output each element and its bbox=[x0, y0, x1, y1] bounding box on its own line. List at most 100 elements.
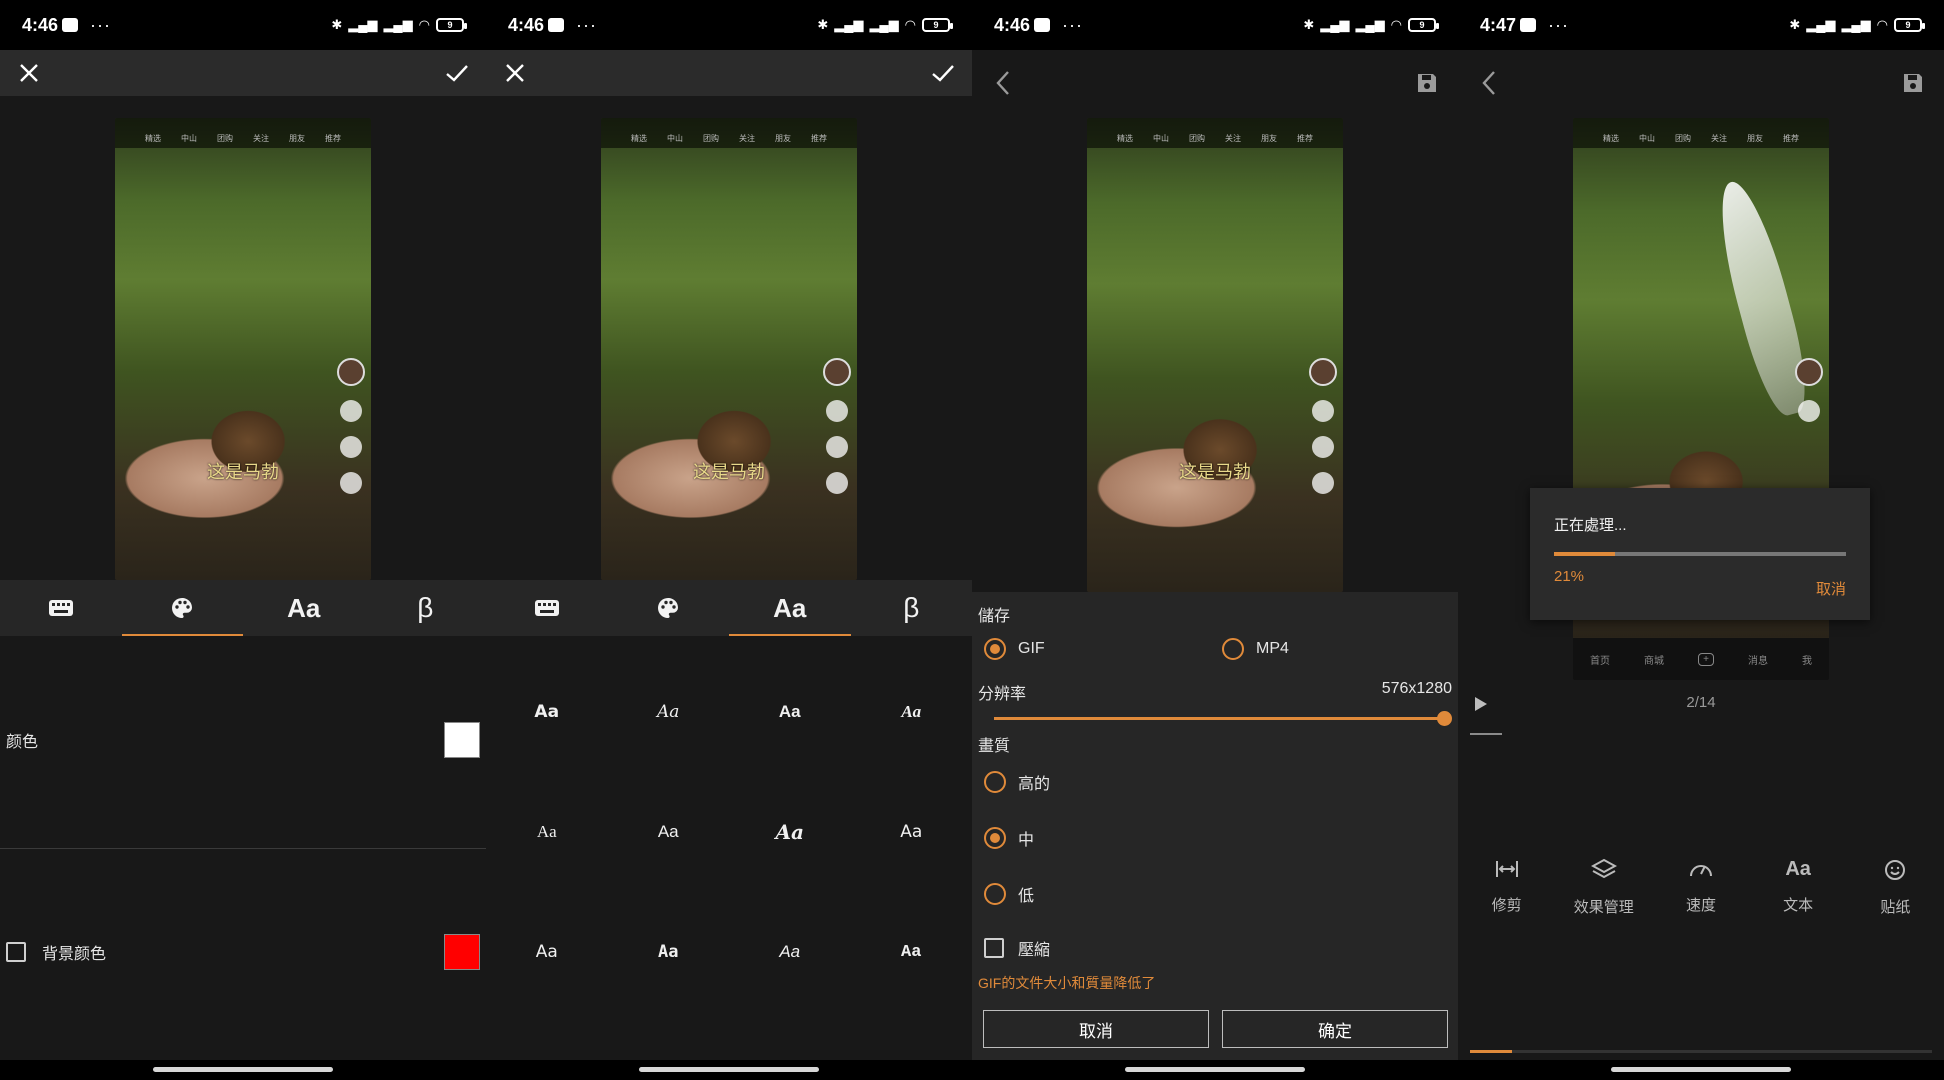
processing-cancel-button[interactable]: 取消 bbox=[1816, 578, 1846, 599]
quality-mid-option[interactable]: 中 bbox=[984, 826, 1034, 850]
tab-effect[interactable]: β bbox=[365, 580, 487, 636]
tool-speed[interactable]: 速度 bbox=[1661, 858, 1741, 917]
font-option[interactable]: Aa bbox=[608, 772, 730, 892]
save-title: 儲存 bbox=[978, 608, 1011, 625]
mini-tab: 团购 bbox=[703, 134, 719, 143]
effect-tab-label: β bbox=[903, 592, 920, 623]
bg-color-row: 背景颜色 bbox=[0, 934, 486, 970]
compress-checkbox[interactable] bbox=[984, 938, 1004, 958]
tab-color[interactable] bbox=[121, 580, 244, 636]
bg-color-swatch[interactable] bbox=[444, 934, 480, 970]
tool-trim[interactable]: 修剪 bbox=[1467, 858, 1547, 917]
heart-icon bbox=[1312, 400, 1334, 422]
format-mp4-option[interactable]: MP4 bbox=[1222, 638, 1289, 660]
save-icon[interactable] bbox=[1412, 68, 1442, 98]
wifi-icon: ◠ bbox=[1876, 17, 1888, 32]
save-icon[interactable] bbox=[1898, 68, 1928, 98]
quality-high-radio[interactable] bbox=[984, 771, 1006, 793]
text-color-label: 颜色 bbox=[6, 734, 39, 751]
text-color-row: 颜色 bbox=[0, 722, 486, 758]
plus-icon: + bbox=[1698, 652, 1714, 666]
format-gif-option[interactable]: GIF bbox=[984, 638, 1045, 660]
font-option[interactable]: Aa bbox=[608, 892, 730, 1012]
video-preview: 精选 中山 团购 关注 朋友 推荐 这是马勃 bbox=[115, 118, 371, 580]
timeline-track[interactable] bbox=[1470, 1050, 1932, 1053]
mini-tab: 中山 bbox=[181, 134, 197, 143]
font-option[interactable]: Aa bbox=[729, 892, 851, 1012]
check-icon[interactable] bbox=[442, 58, 472, 88]
home-indicator[interactable] bbox=[1611, 1067, 1791, 1072]
close-icon[interactable] bbox=[500, 58, 530, 88]
mini-nav-item: 商城 bbox=[1644, 655, 1665, 667]
wifi-icon: ◠ bbox=[904, 17, 916, 32]
speed-icon bbox=[1689, 865, 1712, 877]
gif-note: GIF的文件大小和質量降低了 bbox=[978, 975, 1156, 991]
mini-tab: 朋友 bbox=[289, 134, 305, 143]
mini-tab: 中山 bbox=[1639, 134, 1655, 143]
home-indicator[interactable] bbox=[639, 1067, 819, 1072]
font-option[interactable]: Aa bbox=[486, 892, 608, 1012]
check-icon[interactable] bbox=[928, 58, 958, 88]
tab-font[interactable]: Aa bbox=[243, 580, 365, 636]
resolution-slider[interactable] bbox=[994, 711, 1452, 726]
quality-low-option[interactable]: 低 bbox=[984, 882, 1034, 906]
tool-effects[interactable]: 效果管理 bbox=[1564, 858, 1644, 917]
signal-icon: ▂▄▆ bbox=[834, 17, 864, 32]
format-mp4-radio[interactable] bbox=[1222, 638, 1244, 660]
resolution-slider-handle[interactable] bbox=[1437, 711, 1452, 726]
confirm-button[interactable]: 确定 bbox=[1222, 1010, 1448, 1048]
home-indicator[interactable] bbox=[1125, 1067, 1305, 1072]
quality-mid-radio[interactable] bbox=[984, 827, 1006, 849]
font-option[interactable]: Aa bbox=[608, 652, 730, 772]
mini-tab: 朋友 bbox=[1261, 134, 1277, 143]
font-option[interactable]: Aa bbox=[486, 652, 608, 772]
font-option[interactable]: Aa bbox=[851, 652, 973, 772]
cancel-button[interactable]: 取消 bbox=[983, 1010, 1209, 1048]
font-option[interactable]: Aa bbox=[851, 892, 973, 1012]
signal-icon-2: ▂▄▆ bbox=[1841, 17, 1871, 32]
keyboard-icon bbox=[534, 600, 559, 616]
layers-icon bbox=[1590, 858, 1617, 879]
font-option[interactable]: Aa bbox=[851, 772, 973, 892]
format-mp4-label: MP4 bbox=[1256, 640, 1289, 657]
status-icons: ✱ ▂▄▆ ▂▄▆ ◠ 9 bbox=[1789, 17, 1925, 33]
mini-nav-item: 我 bbox=[1801, 655, 1812, 667]
frame-counter: 2/14 bbox=[1686, 694, 1716, 711]
tab-effect[interactable]: β bbox=[851, 580, 973, 636]
timeline-fill bbox=[1470, 1050, 1512, 1053]
tab-keyboard[interactable] bbox=[0, 580, 122, 636]
heart-icon bbox=[340, 400, 362, 422]
format-gif-radio[interactable] bbox=[984, 638, 1006, 660]
bg-color-checkbox[interactable] bbox=[6, 942, 26, 962]
status-time: 4:47 bbox=[1480, 14, 1517, 35]
back-icon[interactable] bbox=[1474, 68, 1504, 98]
tab-color[interactable] bbox=[608, 580, 730, 636]
tool-label: 速度 bbox=[1685, 897, 1716, 914]
video-bottom-nav: 首页 商城 + 消息 我 bbox=[1573, 638, 1829, 680]
font-option[interactable]: Aa bbox=[729, 772, 851, 892]
tool-sticker[interactable]: 贴纸 bbox=[1855, 858, 1935, 917]
video-caption: 这是马勃 bbox=[1179, 462, 1251, 482]
back-icon[interactable] bbox=[988, 68, 1018, 98]
notification-icon bbox=[548, 18, 565, 32]
more-dots: ··· bbox=[1548, 14, 1570, 35]
font-option[interactable]: Aa bbox=[729, 652, 851, 772]
avatar bbox=[1309, 358, 1337, 386]
bg-color-label: 背景颜色 bbox=[42, 946, 107, 963]
status-bar: 4:47 ··· ✱ ▂▄▆ ▂▄▆ ◠ 9 bbox=[1458, 0, 1944, 50]
quality-low-radio[interactable] bbox=[984, 883, 1006, 905]
font-option[interactable]: Aa bbox=[486, 772, 608, 892]
tab-keyboard[interactable] bbox=[486, 580, 608, 636]
compress-option[interactable]: 壓縮 bbox=[984, 936, 1050, 960]
home-indicator[interactable] bbox=[153, 1067, 333, 1072]
screen-processing: 4:47 ··· ✱ ▂▄▆ ▂▄▆ ◠ 9 精选 中山 团购 关注 朋友 推荐… bbox=[1458, 0, 1944, 1080]
text-icon: Aa bbox=[1785, 858, 1811, 880]
close-icon[interactable] bbox=[14, 58, 44, 88]
tool-label: 修剪 bbox=[1491, 897, 1522, 914]
tab-font[interactable]: Aa bbox=[729, 580, 851, 636]
quality-high-option[interactable]: 高的 bbox=[984, 770, 1050, 794]
processing-percent: 21% bbox=[1554, 568, 1585, 585]
tool-text[interactable]: Aa 文本 bbox=[1758, 858, 1838, 917]
battery-icon: 9 bbox=[1894, 18, 1925, 32]
text-color-swatch[interactable] bbox=[444, 722, 480, 758]
